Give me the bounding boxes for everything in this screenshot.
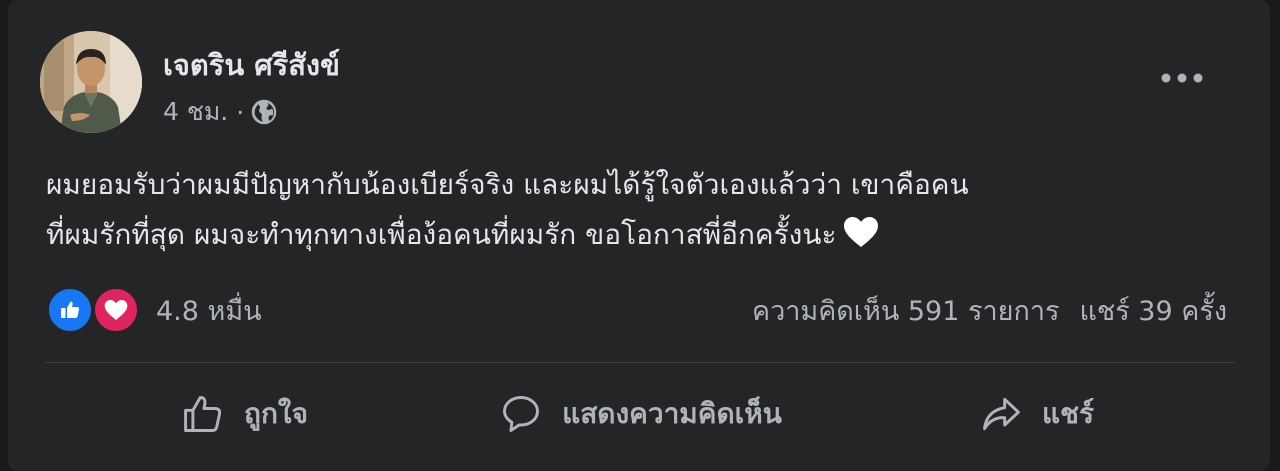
post-timestamp[interactable]: 4 ชม.: [163, 92, 228, 132]
post-text-line-2-text: ที่ผมรักที่สุด ผมจะทำทุกทางเพื่อง้อคนที่…: [46, 218, 837, 251]
globe-icon[interactable]: [250, 98, 278, 126]
share-button[interactable]: แชร์: [838, 363, 1234, 465]
comment-label: แสดงความคิดเห็น: [562, 397, 782, 430]
post-stats: ความคิดเห็น 591 รายการ แชร์ 39 ครั้ง: [752, 288, 1227, 332]
post-card: เจตริน ศรีสังข์ 4 ชม. · ผมยอมรับว่าผมมีป…: [8, 0, 1270, 471]
more-options-button[interactable]: [1152, 55, 1212, 101]
action-bar: ถูกใจ แสดงความคิดเห็น แชร์: [46, 363, 1234, 465]
comment-button[interactable]: แสดงความคิดเห็น: [442, 363, 838, 465]
thumbs-up-icon: [184, 396, 222, 432]
reactions-summary[interactable]: 4.8 หมื่น: [46, 282, 262, 338]
white-heart-icon: [843, 214, 879, 264]
post-meta: 4 ชม. ·: [163, 92, 278, 132]
like-reaction-icon: [46, 286, 94, 334]
author-name[interactable]: เจตริน ศรีสังข์: [163, 42, 340, 88]
post-text-line-2: ที่ผมรักที่สุด ผมจะทำทุกทางเพื่อง้อคนที่…: [46, 210, 1251, 264]
author-avatar[interactable]: [40, 31, 142, 133]
comment-icon: [503, 396, 540, 432]
reaction-count: 4.8 หมื่น: [156, 295, 262, 327]
post-text: ผมยอมรับว่าผมมีปัญหากับน้องเบียร์จริง แล…: [46, 160, 1251, 264]
share-icon: [982, 397, 1020, 431]
reaction-icons: [46, 282, 144, 338]
comment-count[interactable]: ความคิดเห็น 591 รายการ: [752, 289, 1059, 332]
avatar-image: [40, 31, 142, 133]
like-label: ถูกใจ: [244, 397, 308, 430]
post-text-line-1: ผมยอมรับว่าผมมีปัญหากับน้องเบียร์จริง แล…: [46, 168, 969, 201]
share-count[interactable]: แชร์ 39 ครั้ง: [1080, 289, 1228, 332]
love-reaction-icon: [92, 286, 140, 334]
more-options-icon: [1161, 73, 1203, 83]
like-button[interactable]: ถูกใจ: [46, 363, 442, 465]
meta-separator: ·: [236, 97, 245, 127]
share-label: แชร์: [1041, 397, 1095, 430]
